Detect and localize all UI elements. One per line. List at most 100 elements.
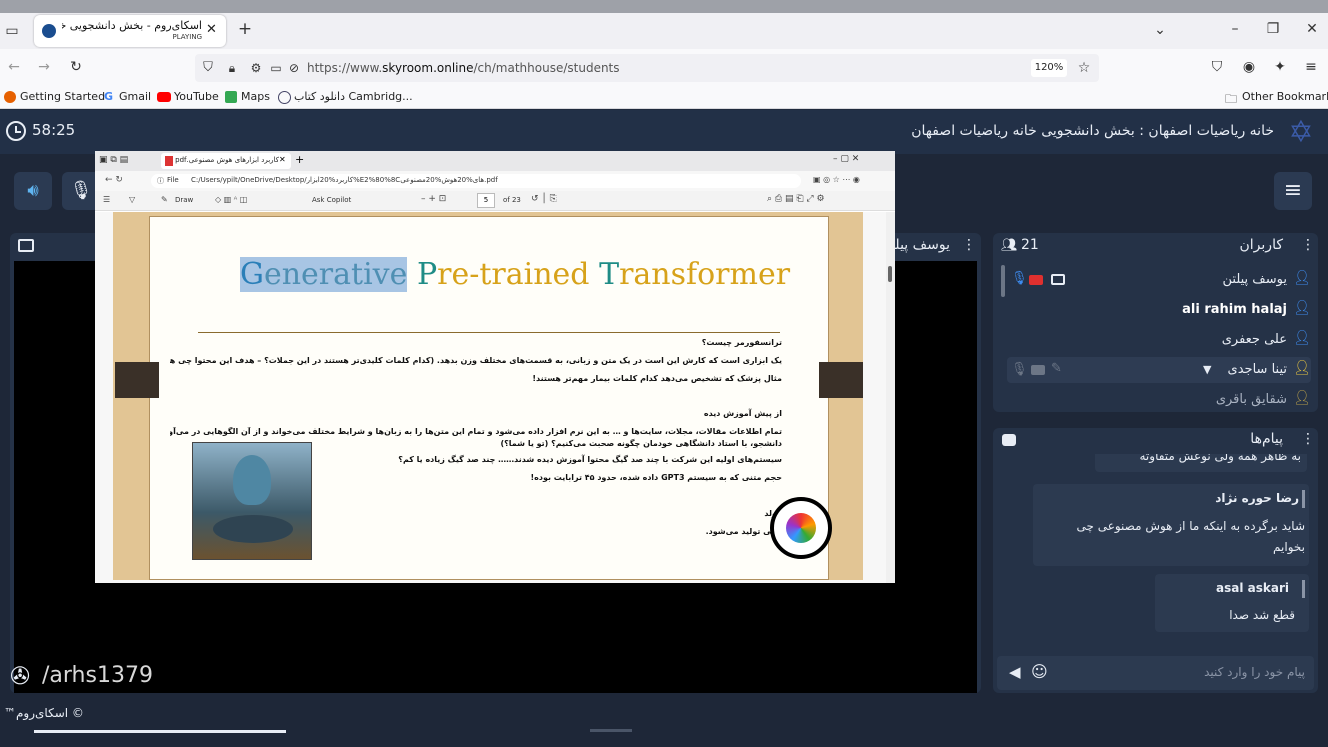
pdf-toolbar: ☰ ▽ ✎ Draw ◇ ▥ ᴬ ◫ Ask Copilot – + ⊡ 5 o… xyxy=(95,191,895,211)
bookmark-star-icon[interactable]: ☆ xyxy=(1075,58,1093,78)
pdf-tab[interactable]: کاربرد ابزارهای هوش مصنوعی.pdf ✕ xyxy=(161,153,291,169)
bookmark-gmail[interactable]: Gmail xyxy=(119,90,151,103)
users-scrollbar[interactable] xyxy=(1001,265,1005,297)
message-sender: رضا حوره نژاد xyxy=(1215,491,1299,505)
restore-icon[interactable]: ❐ xyxy=(1263,19,1283,39)
browser-tab-active[interactable]: اسکای‌روم - بخش دانشجویی خا PLAYING ✕ xyxy=(34,15,226,47)
mathhouse-logo-icon: ✡ xyxy=(1288,115,1314,150)
pdf-close-tab-icon[interactable]: ✕ xyxy=(279,155,286,164)
pdf-draw-icon[interactable]: ✎ xyxy=(161,195,168,204)
pdf-erase-icon[interactable]: ◇ ▥ ᴬ ◫ xyxy=(215,195,247,204)
reload-icon[interactable]: ↻ xyxy=(66,57,86,77)
speaker-button[interactable]: 🔊︎ xyxy=(14,172,52,210)
pdf-draw-label[interactable]: Draw xyxy=(175,196,193,204)
tab-overflow-chevron-icon[interactable]: ⌄ xyxy=(1150,20,1170,40)
other-bookmarks[interactable]: Other Bookmarks xyxy=(1242,90,1328,103)
pdf-new-tab-icon[interactable]: + xyxy=(295,153,304,166)
new-tab-icon[interactable]: + xyxy=(236,19,254,39)
messages-list[interactable]: به ظاهر همه ولی نوعش متفاوته رضا حوره نژ… xyxy=(997,454,1314,650)
pdf-page-total: of 23 xyxy=(503,196,521,204)
main-menu-button[interactable]: ≡ xyxy=(1274,172,1312,210)
mathhouse-seal-logo xyxy=(770,497,832,559)
user-row[interactable]: 🎙︎ یوسف پیلتن 👤︎ xyxy=(1011,269,1311,293)
account-icon[interactable]: ◉ xyxy=(1239,57,1259,77)
message-text: به ظاهر همه ولی نوعش متفاوته xyxy=(1139,454,1302,463)
pdf-tab-title: کاربرد ابزارهای هوش مصنوعی.pdf xyxy=(175,156,279,164)
user-icon: 👤︎ xyxy=(1293,300,1311,316)
message-accent-bar xyxy=(1302,490,1305,508)
bookmark-maps[interactable]: Maps xyxy=(241,90,270,103)
presentation-more-icon[interactable]: ⋮ xyxy=(962,237,976,253)
pdf-ask-copilot[interactable]: Ask Copilot xyxy=(312,196,351,204)
camera-on-icon xyxy=(1029,275,1043,285)
pdf-highlight-icon[interactable]: ▽ xyxy=(129,195,135,204)
footer-progress xyxy=(34,730,286,733)
pdf-page-input[interactable]: 5 xyxy=(477,193,495,208)
user-name: یوسف پیلتن xyxy=(1222,272,1287,287)
user-row[interactable]: علی جعفری 👤︎ xyxy=(1011,329,1311,353)
zoom-level[interactable]: 120% xyxy=(1031,59,1067,77)
forward-icon[interactable]: → xyxy=(34,57,54,77)
message-input[interactable]: ◀ ☺ پیام خود را وارد کنید xyxy=(997,656,1314,690)
user-icon: 👤︎ xyxy=(1293,270,1311,286)
youtube-icon xyxy=(157,92,171,102)
pdf-scrollbar[interactable] xyxy=(886,212,895,583)
user-row[interactable]: ali rahim halaj 👤︎ xyxy=(1011,299,1311,323)
pdf-file-icon xyxy=(165,156,173,166)
pdf-window-controls[interactable]: – ▢ ✕ xyxy=(833,154,859,164)
pdf-zoom-controls[interactable]: – + ⊡ xyxy=(421,194,446,204)
footer-scroll-thumb xyxy=(590,729,632,732)
users-more-icon[interactable]: ⋮ xyxy=(1301,237,1315,253)
user-icon: 👤︎ xyxy=(1293,360,1311,376)
pocket-icon[interactable]: ⛉ xyxy=(1207,57,1227,77)
bookmark-youtube[interactable]: YouTube xyxy=(174,90,219,103)
send-icon[interactable]: ◀ xyxy=(1009,663,1021,681)
google-icon: G xyxy=(104,90,114,103)
app-header: 58:25 خانه ریاضیات اصفهان : بخش دانشجویی… xyxy=(0,110,1328,154)
user-row-hovered[interactable]: 🎙︎ ✎ ▼ تینا ساجدی 👤︎ xyxy=(1007,357,1311,383)
folder-icon: 🗀︎ xyxy=(1225,92,1238,106)
menu-icon[interactable]: ≡ xyxy=(1301,57,1321,77)
pdf-scroll-thumb[interactable] xyxy=(888,266,892,282)
pdf-right-tools[interactable]: ⌕ ⎙ ▤ ⎗ ⤢ ⚙ xyxy=(767,194,825,204)
bookmark-cambridge[interactable]: دانلود کتاب Cambridg... xyxy=(294,90,413,103)
book-site-icon xyxy=(278,91,291,104)
close-tab-icon[interactable]: ✕ xyxy=(206,22,217,37)
screen-share-permission-icon[interactable]: ⊘ xyxy=(285,58,303,78)
camera-off-icon xyxy=(1031,365,1045,375)
messages-more-icon[interactable]: ⋮ xyxy=(1301,431,1315,447)
pdf-browser-icons[interactable]: ▣ ◎ ☆ ⋯ ◉ xyxy=(813,175,860,184)
message-text: شاید برگرده به اینکه ما از هوش مصنوعی چی… xyxy=(1076,519,1305,554)
url-text[interactable]: https://www.skyroom.online/ch/mathhouse/… xyxy=(307,61,620,75)
share-screen-icon xyxy=(18,239,34,252)
bookmark-getting-started[interactable]: Getting Started xyxy=(20,90,105,103)
user-name: ali rahim halaj xyxy=(1182,302,1287,317)
film-reel-icon: ✇ xyxy=(10,662,31,690)
user-row[interactable]: شقایق باقری 👤︎ xyxy=(1011,389,1311,411)
pdf-rotate-icons[interactable]: ↺ │ ⎘ xyxy=(531,194,557,204)
pdf-nav-icons[interactable]: ← ↻ xyxy=(105,175,123,185)
pdf-address-bar[interactable]: ⓘ File C:/Users/ypilt/OneDrive/Desktop/ک… xyxy=(151,174,801,188)
extensions-icon[interactable]: ✦ xyxy=(1270,57,1290,77)
pdf-window-icons: ▣ ⧉ ▤ xyxy=(99,155,129,165)
pdf-contents-icon[interactable]: ☰ xyxy=(103,195,110,204)
camera-permission-icon[interactable]: ▭ xyxy=(267,58,285,78)
emoji-icon[interactable]: ☺ xyxy=(1031,662,1048,681)
tab-list-icon[interactable]: ▭ xyxy=(2,21,22,41)
pdf-page-tab-left xyxy=(115,362,159,398)
tab-playing-status: PLAYING xyxy=(172,33,202,41)
pdf-line: ترانسفورمر چیست؟ xyxy=(701,338,782,347)
seal-colors xyxy=(786,513,816,543)
lock-icon[interactable]: 🔒︎ xyxy=(223,58,241,78)
close-window-icon[interactable]: ✕ xyxy=(1302,19,1322,39)
pdf-line: مثال پزشک که تشخیص می‌دهد کدام کلمات بیم… xyxy=(532,374,782,383)
pdf-file-label: File xyxy=(167,176,179,184)
users-group-icon: 👥︎ xyxy=(1001,238,1018,253)
address-bar[interactable]: ⛉ 🔒︎ ⚙ ▭ ⊘ https://www.skyroom.online/ch… xyxy=(195,54,1099,82)
back-icon[interactable]: ← xyxy=(4,57,24,77)
minimize-icon[interactable]: – xyxy=(1225,19,1245,39)
permissions-icon[interactable]: ⚙ xyxy=(247,58,265,78)
shield-icon[interactable]: ⛉ xyxy=(199,58,217,78)
chat-bubble-icon xyxy=(1002,434,1016,446)
pdf-path: C:/Users/ypilt/OneDrive/Desktop/کاربرد%2… xyxy=(191,176,498,184)
